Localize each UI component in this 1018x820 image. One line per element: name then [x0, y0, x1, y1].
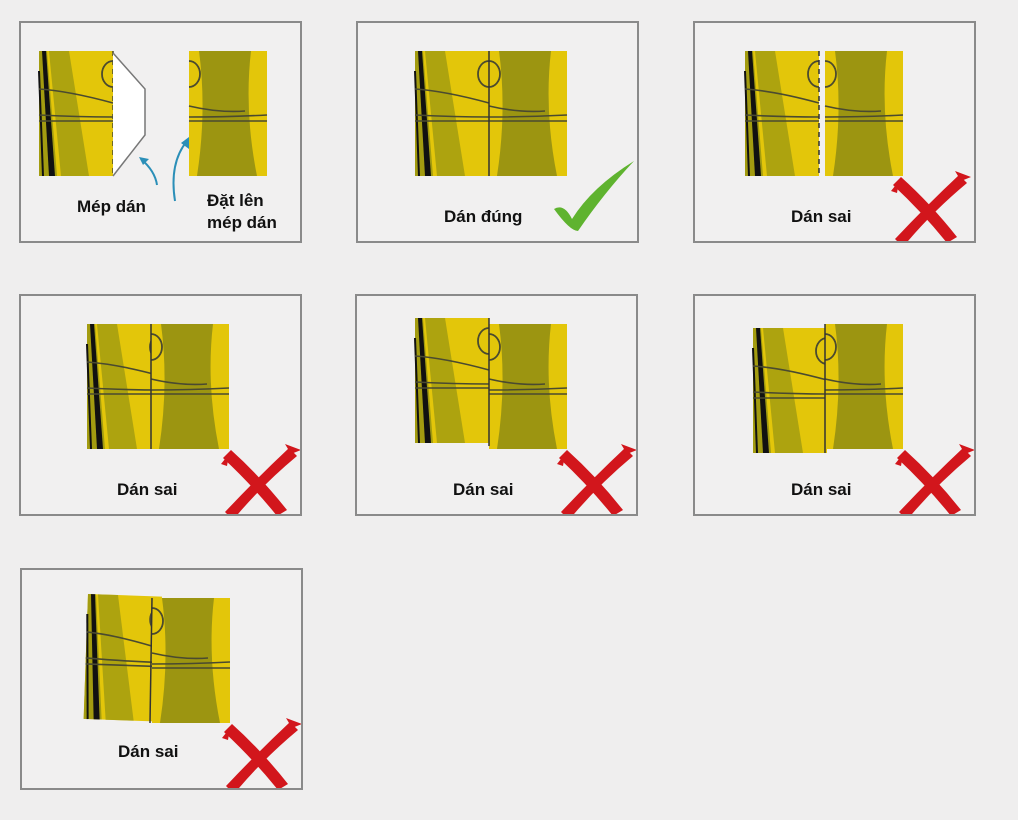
caption-wrong: Dán sai	[791, 207, 852, 226]
caption-wrong: Dán sai	[117, 480, 178, 499]
caption-place-on-edge-1: Đặt lên	[207, 191, 264, 210]
caption-glue-edge: Mép dán	[77, 197, 146, 216]
panel-wrong-gap: Dán sai	[693, 21, 976, 243]
cross-icon	[222, 718, 301, 788]
curved-arrow-icon	[172, 140, 188, 202]
panel-glue-edge: Mép dán Đặt lên mép dán	[19, 21, 302, 243]
caption-wrong: Dán sai	[791, 480, 852, 499]
cross-icon	[891, 171, 971, 241]
caption-wrong: Dán sai	[118, 742, 179, 761]
cross-icon	[895, 444, 974, 514]
caption-place-on-edge-2: mép dán	[207, 213, 277, 232]
panel-wrong-shifted: Dán sai	[693, 294, 976, 516]
caption-correct: Dán đúng	[444, 207, 523, 226]
panel-wrong-tilted: Dán sai	[20, 568, 303, 790]
panel-wrong-overlap: Dán sai	[19, 294, 302, 516]
cross-icon	[221, 444, 300, 514]
caption-wrong: Dán sai	[453, 480, 514, 499]
panel-correct: Dán đúng	[356, 21, 639, 243]
cross-icon	[557, 444, 636, 514]
panel-wrong-misaligned: Dán sai	[355, 294, 638, 516]
